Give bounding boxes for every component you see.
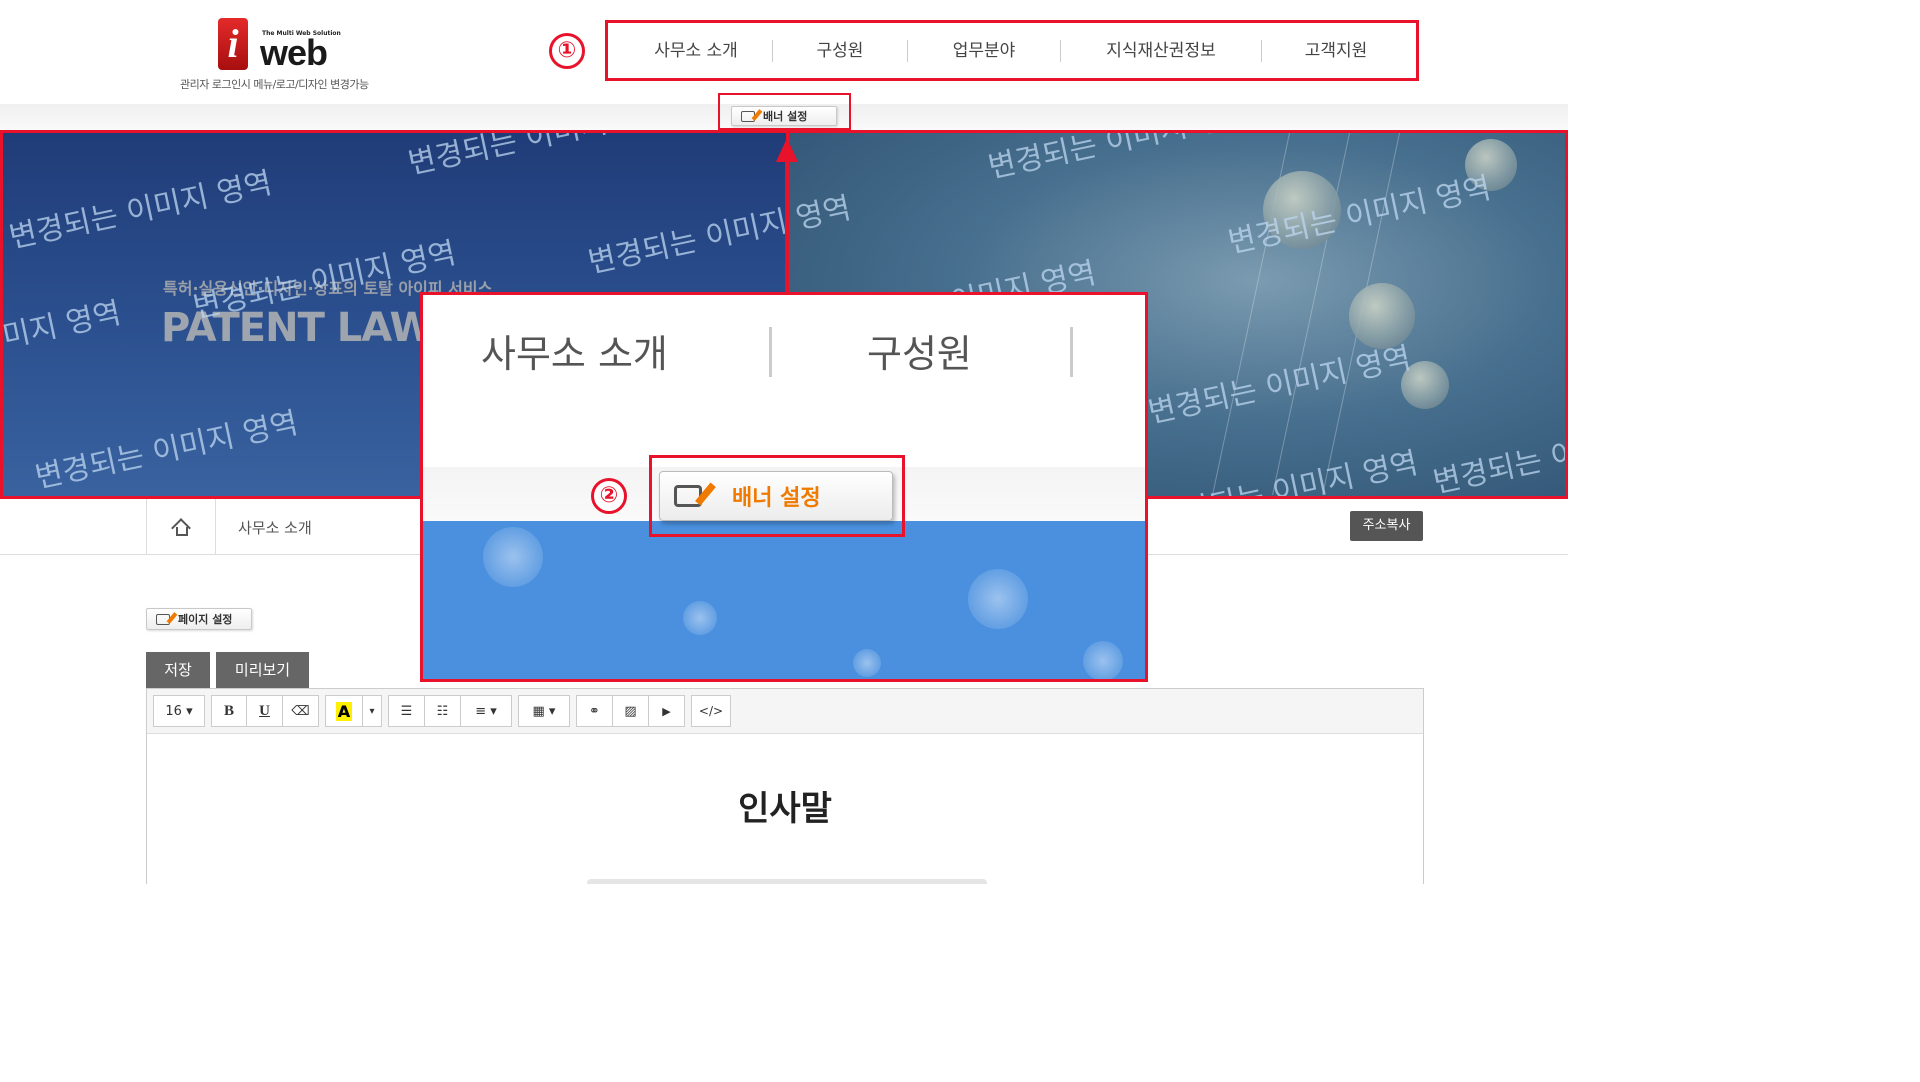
nav-item-customer-support[interactable]: 고객지원 [1262,30,1410,72]
nav-item-practice-areas[interactable]: 업무분야 [908,30,1060,72]
edit-icon [741,110,755,122]
zoom-callout: 사무소 소개 구성원 배너 설정 ② [420,292,1148,682]
annotation-badge-2: ② [591,478,627,514]
bullet-list-icon[interactable]: ☰ [388,695,425,727]
breadcrumb-current[interactable]: 사무소 소개 [238,517,312,538]
nav-item-ip-info[interactable]: 지식재산권정보 [1061,30,1261,72]
logo-subtitle: 관리자 로그인시 메뉴/로고/디자인 변경가능 [180,78,369,91]
zoom-bokeh [483,527,543,587]
eraser-icon[interactable]: ⌫ [282,695,319,727]
font-color-icon: A [335,701,353,721]
logo-mark-icon: i [218,18,248,70]
font-color-dropdown[interactable]: ▾ [362,695,382,727]
zoom-banner-settings-button: 배너 설정 [659,471,893,521]
save-button[interactable]: 저장 [146,652,210,689]
zoom-bokeh [683,601,717,635]
zoom-banner-preview [423,521,1145,679]
zoom-bokeh [1083,641,1123,679]
zoom-banner-settings-label: 배너 설정 [732,486,821,511]
annotation-arrow-head [776,138,798,162]
editor-heading[interactable]: 인사말 [147,781,1423,830]
site-logo[interactable]: i The Multi Web Solution web 관리자 로그인시 메뉴… [180,16,390,96]
copy-address-button[interactable]: 주소복사 [1350,511,1423,541]
editor-text-line [587,879,987,884]
editor-toolbar: 16 ▾ B U ⌫ A ▾ ☰ ☷ ≡ ▾ ▦ ▾ ⚭ ▨ ▶ </> [147,689,1423,734]
code-view-icon[interactable]: </> [691,695,731,727]
banner-settings-button[interactable]: 배너 설정 [731,106,837,126]
align-dropdown[interactable]: ≡ ▾ [460,695,512,727]
home-icon [171,518,191,538]
annotation-badge-1: ① [549,33,585,69]
home-button[interactable] [146,499,216,555]
home-icon-body [176,527,188,536]
bold-button[interactable]: B [211,695,247,727]
underline-button[interactable]: U [246,695,283,727]
banner-settings-label: 배너 설정 [763,110,808,123]
table-dropdown[interactable]: ▦ ▾ [518,695,570,727]
edit-icon [674,485,702,507]
zoom-bokeh [968,569,1028,629]
page-settings-button[interactable]: 페이지 설정 [146,608,252,630]
zoom-nav-item: 구성원 [867,332,972,376]
annotation-arrow-line [785,150,788,300]
main-nav: 사무소 소개 구성원 업무분야 지식재산권정보 고객지원 [620,30,1410,72]
page-root: i The Multi Web Solution web 관리자 로그인시 메뉴… [0,0,1568,884]
nav-item-office-intro[interactable]: 사무소 소개 [620,30,772,72]
zoom-nav-item: 사무소 소개 [481,332,668,376]
page-settings-label: 페이지 설정 [178,613,233,626]
zoom-bokeh [853,649,881,677]
link-icon[interactable]: ⚭ [576,695,613,727]
ordered-list-icon[interactable]: ☷ [424,695,461,727]
preview-button[interactable]: 미리보기 [216,652,309,689]
font-size-select[interactable]: 16 ▾ [153,695,205,727]
zoom-nav-separator [1070,327,1073,377]
video-icon[interactable]: ▶ [648,695,685,727]
rich-text-editor: 16 ▾ B U ⌫ A ▾ ☰ ☷ ≡ ▾ ▦ ▾ ⚭ ▨ ▶ </> 인사말 [146,688,1424,884]
zoom-nav-separator [769,327,772,377]
font-color-button[interactable]: A [325,695,363,727]
edit-icon [156,613,170,625]
logo-wordmark: web [260,32,328,73]
nav-item-members[interactable]: 구성원 [773,30,907,72]
image-icon[interactable]: ▨ [612,695,649,727]
